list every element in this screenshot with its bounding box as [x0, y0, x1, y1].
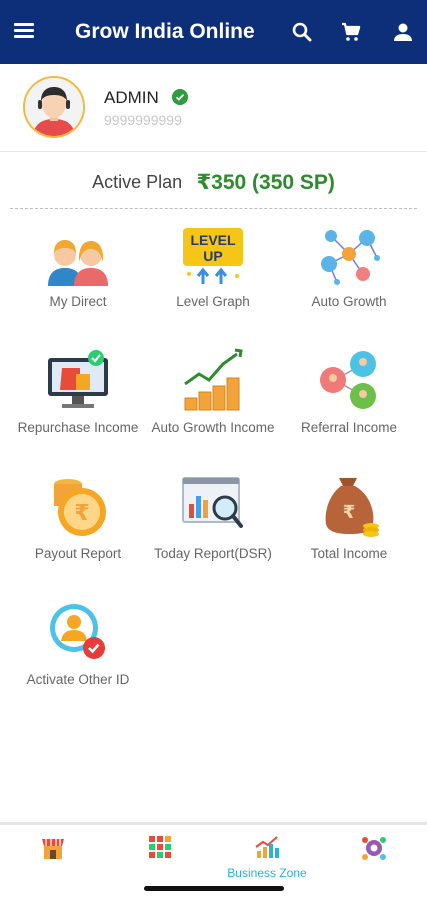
bottom-nav: Business Zone — [0, 822, 427, 882]
tile-activate-other-id[interactable]: Activate Other ID — [7, 600, 149, 710]
my-direct-icon — [48, 240, 108, 286]
divider — [10, 208, 417, 209]
nav-grid[interactable] — [107, 835, 213, 864]
growth-coins-icon — [184, 348, 243, 411]
tile-level-graph[interactable]: LEVEL UP Level Graph — [142, 222, 284, 332]
active-plan-value: ₹350 (350 SP) — [196, 171, 335, 194]
money-bag-icon: ₹ — [325, 478, 379, 537]
activate-user-icon — [50, 604, 105, 659]
referral-icon — [320, 351, 376, 409]
tile-repurchase-income[interactable]: Repurchase Income — [7, 348, 149, 458]
network-settings-icon — [362, 837, 386, 860]
tile-label: Referral Income — [300, 420, 398, 435]
tile-label: Repurchase Income — [17, 420, 139, 435]
user-name: ADMIN — [104, 88, 159, 107]
active-plan: Active Plan ₹350 (350 SP) — [0, 170, 427, 200]
tile-auto-growth-income[interactable]: Auto Growth Income — [142, 348, 284, 458]
svg-text:₹: ₹ — [343, 502, 356, 523]
nav-business-zone[interactable]: Business Zone — [214, 835, 320, 880]
svg-text:₹: ₹ — [74, 501, 89, 526]
tile-total-income[interactable]: ₹ Total Income — [278, 474, 420, 584]
business-chart-icon — [255, 836, 279, 858]
avatar[interactable] — [23, 76, 85, 138]
tile-auto-growth[interactable]: Auto Growth — [278, 222, 420, 332]
network-icon — [321, 230, 380, 285]
level-up-icon: LEVEL UP — [183, 228, 243, 284]
tile-label: Activate Other ID — [26, 672, 130, 687]
nav-shop[interactable] — [0, 835, 106, 866]
repurchase-icon — [48, 350, 108, 408]
user-phone: 9999999999 — [104, 112, 182, 128]
tile-label: My Direct — [49, 294, 107, 309]
app-title: Grow India Online — [75, 20, 255, 43]
tile-label: Level Graph — [176, 294, 250, 309]
tile-today-report[interactable]: Today Report(DSR) — [142, 474, 284, 584]
shop-icon — [42, 839, 64, 859]
verified-icon — [172, 89, 188, 105]
svg-text:UP: UP — [203, 248, 222, 264]
active-plan-label: Active Plan — [92, 172, 183, 192]
tile-referral-income[interactable]: Referral Income — [278, 348, 420, 458]
tile-payout-report[interactable]: ₹ Payout Report — [7, 474, 149, 584]
grid-icon — [149, 836, 171, 858]
menu-icon[interactable] — [14, 20, 44, 46]
cart-icon[interactable] — [339, 20, 363, 44]
tile-my-direct[interactable]: My Direct — [7, 222, 149, 332]
svg-text:LEVEL: LEVEL — [190, 232, 236, 248]
nav-label: Business Zone — [227, 866, 307, 880]
rupee-coin-icon: ₹ — [54, 479, 106, 536]
tile-label: Payout Report — [34, 546, 122, 561]
tile-label: Total Income — [310, 546, 388, 561]
home-indicator[interactable] — [144, 886, 284, 891]
tile-label: Auto Growth — [311, 294, 387, 309]
nav-network[interactable] — [321, 835, 427, 866]
tile-label: Today Report(DSR) — [154, 546, 272, 561]
app-bar: Grow India Online — [0, 0, 427, 64]
account-icon[interactable] — [391, 20, 415, 44]
report-search-icon — [182, 477, 243, 528]
search-icon[interactable] — [290, 20, 314, 44]
profile-card: ADMIN 9999999999 — [0, 64, 427, 152]
user-avatar-icon — [25, 78, 83, 136]
tile-label: Auto Growth Income — [151, 420, 275, 435]
